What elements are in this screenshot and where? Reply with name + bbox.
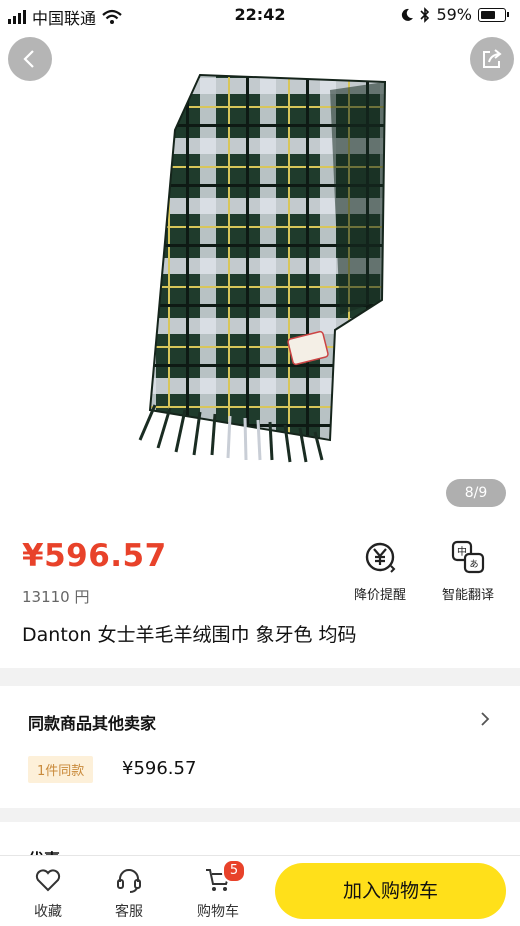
smart-translate-button[interactable]: 中 あ 智能翻译 [428,540,508,603]
customer-service-label: 客服 [115,904,143,920]
price-drop-alert-label: 降价提醒 [353,588,406,603]
cart-label: 购物车 [197,904,239,920]
customer-service-button[interactable]: 客服 [97,866,161,921]
product-title: Danton 女士羊毛羊绒围巾 象牙色 均码 [22,624,357,646]
chevron-right-icon [481,712,490,726]
svg-text:あ: あ [469,559,478,570]
battery-percent: 59% [436,5,472,24]
same-item-count-badge: 1件同款 [28,756,94,783]
share-icon [483,49,502,68]
status-bar: 中国联通 22:42 59% [0,0,520,30]
heart-icon [35,869,61,892]
price-drop-alert-icon [365,542,396,573]
scarf-product-image [138,73,387,463]
other-sellers-section[interactable]: 同款商品其他卖家 1件同款 ¥596.57 [0,686,520,808]
favorite-label: 收藏 [34,904,62,920]
share-button[interactable] [470,37,514,81]
translate-icon: 中 あ [451,540,485,574]
bottom-action-bar: 收藏 客服 购物车 5 加入购物车 [0,855,520,926]
original-yen-price: 13110 円 [22,588,90,606]
other-sellers-heading: 同款商品其他卖家 [28,714,157,733]
chevron-left-icon [23,50,34,68]
favorite-button[interactable]: 收藏 [16,866,80,921]
product-info-card: ¥596.57 13110 円 Danton 女士羊毛羊绒围巾 象牙色 均码 降… [0,520,520,668]
other-seller-price: ¥596.57 [122,758,197,779]
smart-translate-label: 智能翻译 [441,588,494,603]
moon-icon [402,8,414,21]
price-drop-alert-button[interactable]: 降价提醒 [340,540,420,603]
product-price: ¥596.57 [22,538,167,574]
headset-icon [117,869,141,893]
add-to-cart-button[interactable]: 加入购物车 [275,863,506,919]
bluetooth-icon [420,6,430,23]
back-button[interactable] [8,37,52,81]
product-image-gallery[interactable] [0,0,520,520]
battery-icon [478,7,509,22]
image-counter: 8/9 [446,479,506,507]
cart-count-badge: 5 [222,859,246,883]
